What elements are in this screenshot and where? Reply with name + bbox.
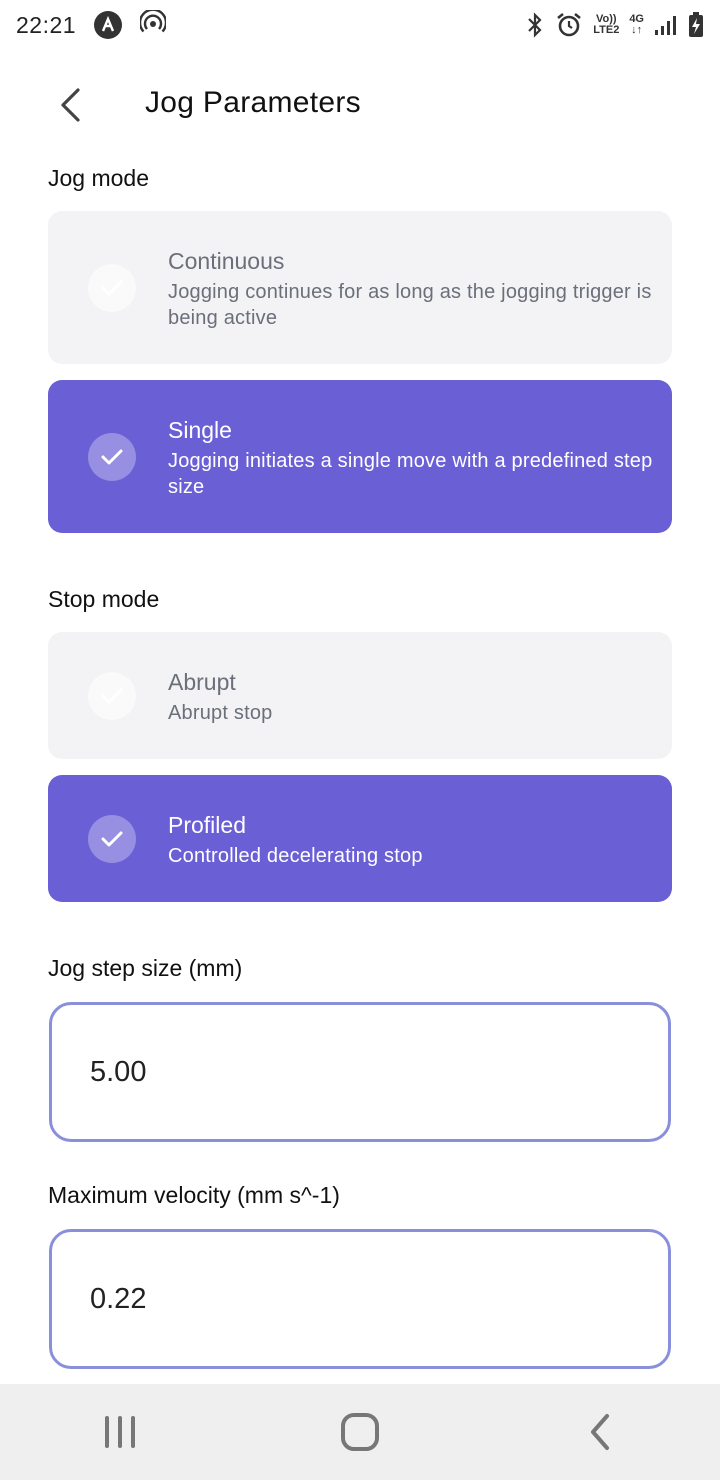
signal-icon bbox=[654, 14, 678, 36]
home-icon bbox=[341, 1413, 379, 1451]
option-title: Abrupt bbox=[168, 669, 236, 695]
status-bar: 22:21 Vo)) LTE2 4G ↓↑ bbox=[0, 0, 720, 50]
system-nav-bar bbox=[0, 1384, 720, 1480]
recents-button[interactable] bbox=[70, 1392, 170, 1472]
option-description: Jogging initiates a single move with a p… bbox=[168, 450, 653, 498]
jog-mode-option-continuous[interactable]: Continuous Jogging continues for as long… bbox=[48, 211, 672, 364]
app-notification-icon bbox=[94, 11, 123, 39]
max-velocity-input[interactable] bbox=[90, 1282, 668, 1316]
jog-step-size-label: Jog step size (mm) bbox=[48, 955, 243, 981]
alarm-icon bbox=[555, 11, 583, 39]
stop-mode-option-profiled[interactable]: Profiled Controlled decelerating stop bbox=[48, 775, 672, 902]
home-button[interactable] bbox=[310, 1392, 410, 1472]
check-icon bbox=[88, 672, 136, 720]
max-velocity-label: Maximum velocity (mm s^-1) bbox=[48, 1182, 340, 1208]
chevron-left-icon bbox=[61, 88, 80, 122]
status-right: Vo)) LTE2 4G ↓↑ bbox=[525, 11, 704, 39]
status-time: 22:21 bbox=[16, 11, 77, 38]
volte-indicator: Vo)) LTE2 bbox=[593, 14, 619, 36]
option-title: Continuous bbox=[168, 248, 285, 274]
app-header: Jog Parameters bbox=[0, 70, 720, 140]
jog-mode-label: Jog mode bbox=[48, 165, 150, 191]
check-icon bbox=[88, 433, 136, 481]
check-icon bbox=[88, 264, 136, 312]
jog-mode-option-single[interactable]: Single Jogging initiates a single move w… bbox=[48, 380, 672, 533]
option-description: Abrupt stop bbox=[168, 702, 273, 724]
page-title: Jog Parameters bbox=[145, 86, 361, 119]
check-icon bbox=[88, 815, 136, 863]
max-velocity-field[interactable] bbox=[49, 1229, 671, 1369]
option-description: Controlled decelerating stop bbox=[168, 845, 423, 867]
stop-mode-label: Stop mode bbox=[48, 586, 160, 612]
option-description: Jogging continues for as long as the jog… bbox=[168, 281, 652, 329]
recents-icon bbox=[105, 1416, 135, 1448]
stop-mode-option-abrupt[interactable]: Abrupt Abrupt stop bbox=[48, 632, 672, 759]
option-title: Single bbox=[168, 417, 232, 443]
volte-bottom-label: LTE2 bbox=[593, 24, 620, 36]
nav-back-button[interactable] bbox=[550, 1392, 650, 1472]
option-title: Profiled bbox=[168, 812, 246, 838]
data-arrows-icon: ↓↑ bbox=[631, 24, 643, 36]
battery-charging-icon bbox=[688, 12, 704, 38]
nav-back-icon bbox=[591, 1414, 609, 1450]
hotspot-icon bbox=[138, 8, 168, 41]
back-button[interactable] bbox=[48, 82, 94, 128]
jog-step-size-field[interactable] bbox=[49, 1002, 671, 1142]
status-left: 22:21 bbox=[16, 8, 168, 41]
bluetooth-icon bbox=[525, 12, 545, 38]
data-indicator: 4G ↓↑ bbox=[629, 14, 644, 36]
jog-step-size-input[interactable] bbox=[90, 1055, 668, 1089]
